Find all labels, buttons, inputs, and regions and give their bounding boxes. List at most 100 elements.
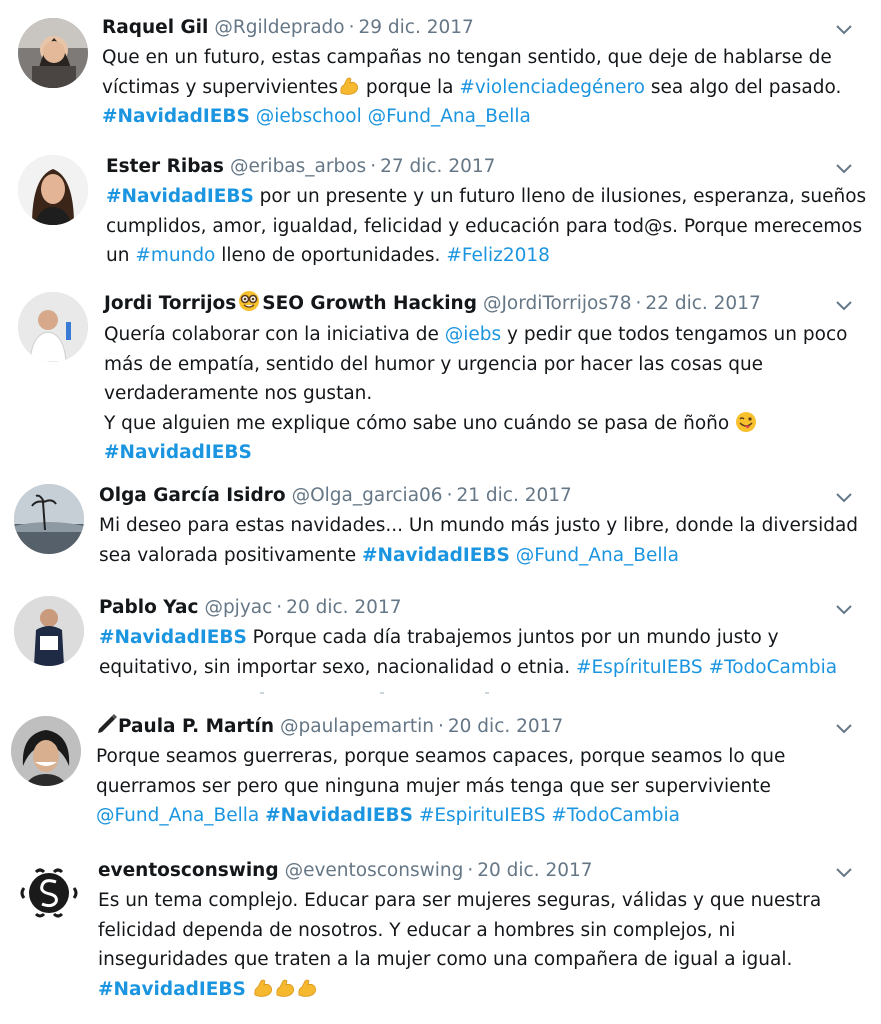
hashtag-link[interactable]: #NavidadIEBS: [98, 979, 246, 1000]
author-handle[interactable]: @pjyac: [204, 597, 272, 618]
author-name[interactable]: Paula P. Martín: [118, 716, 274, 737]
avatar[interactable]: [14, 484, 84, 554]
separator-dot: ·: [348, 17, 355, 38]
tweet-header: Raquel Gil @Rgildeprado · 29 dic. 2017: [102, 13, 474, 43]
mention-link[interactable]: @Fund_Ana_Bella: [96, 805, 259, 826]
tweet-date[interactable]: 20 dic. 2017: [448, 716, 563, 737]
author-name[interactable]: Pablo Yac: [99, 597, 198, 618]
flexed-biceps-emoji: [338, 75, 360, 97]
hashtag-link[interactable]: #EspírituIEBS: [576, 657, 703, 678]
chevron-down-icon[interactable]: [833, 486, 855, 508]
tweet-text: Porque seamos guerreras, porque seamos c…: [96, 742, 785, 831]
tweet-text-line: felicidad dependa de nosotros. Y educar …: [98, 916, 821, 946]
tweet-text-line: Porque seamos guerreras, porque seamos c…: [96, 742, 785, 772]
author-name[interactable]: Olga García Isidro: [99, 485, 286, 506]
tweet-text-segment: sea valorada positivamente: [99, 544, 363, 566]
tweet-text: Que en un futuro, estas campañas no teng…: [102, 43, 841, 132]
tweet-text-line: Mi deseo para estas navidades... Un mund…: [99, 511, 858, 541]
hashtag-link[interactable]: #TodoCambia: [709, 657, 838, 678]
author-handle[interactable]: @paulapemartin: [280, 716, 434, 737]
author-name[interactable]: Ester Ribas: [106, 156, 224, 177]
tweet-text-line: inseguridades que traten a la mujer como…: [98, 945, 821, 975]
tweet-text: #NavidadIEBS por un presente y un futuro…: [106, 182, 866, 271]
tweet-date[interactable]: 20 dic. 2017: [477, 860, 592, 881]
author-handle[interactable]: @JordiTorrijos78: [483, 293, 632, 314]
tweet-text-line: equitativo, sin importar sexo, nacionali…: [99, 653, 837, 683]
author-handle[interactable]: @Olga_garcia06: [292, 485, 443, 506]
tweet-text-line: Que en un futuro, estas campañas no teng…: [102, 43, 841, 73]
tweet-text-line: un #mundo lleno de oportunidades. #Feliz…: [106, 241, 866, 271]
author-handle[interactable]: @Rgildeprado: [214, 17, 344, 38]
tweet-date[interactable]: 27 dic. 2017: [380, 156, 495, 177]
separator-dot: ·: [438, 716, 444, 737]
tweet-text-line: Quería colaborar con la iniciativa de @i…: [104, 320, 847, 350]
hashtag-link[interactable]: #NavidadIEBS: [99, 627, 247, 648]
flexed-biceps-emoji: [252, 977, 274, 999]
tweet-text-line: víctimas y supervivientes porque la #vio…: [102, 73, 841, 103]
tweet-text-segment: Que en un futuro, estas campañas no teng…: [102, 47, 832, 68]
tweet-text-segment: inseguridades que traten a la mujer como…: [98, 949, 793, 970]
chevron-down-icon[interactable]: [833, 717, 855, 739]
tweet-text-line: verdaderamente nos gustan.: [104, 379, 847, 409]
tweet-text: Es un tema complejo. Educar para ser muj…: [98, 886, 821, 1004]
tweet-date[interactable]: 29 dic. 2017: [358, 17, 473, 38]
avatar[interactable]: [18, 292, 88, 362]
mention-link[interactable]: @iebs: [445, 324, 501, 345]
tweet-text-line: @Fund_Ana_Bella #NavidadIEBS #EspirituIE…: [96, 801, 785, 831]
tweet-text: Mi deseo para estas navidades... Un mund…: [99, 511, 858, 570]
tweet-text-segment: víctimas y supervivientes: [102, 76, 339, 98]
chevron-down-icon[interactable]: [833, 861, 855, 883]
chevron-down-icon[interactable]: [833, 157, 855, 179]
tweet-text: Quería colaborar con la iniciativa de @i…: [104, 320, 847, 468]
tweet-text-segment: porque la: [360, 76, 460, 98]
hashtag-link[interactable]: #NavidadIEBS: [362, 545, 510, 566]
mention-link[interactable]: @Fund_Ana_Bella: [516, 545, 679, 566]
hashtag-link[interactable]: #EspirituIEBS: [419, 805, 546, 826]
tweet-date[interactable]: 20 dic. 2017: [286, 597, 401, 618]
tweet-text-segment: cumplidos, amor, igualdad, felicidad y e…: [106, 215, 863, 237]
chevron-down-icon[interactable]: [833, 294, 855, 316]
tweet-text-segment: verdaderamente nos gustan.: [104, 383, 373, 404]
hashtag-link[interactable]: #violenciadegénero: [459, 77, 645, 98]
chevron-down-icon[interactable]: [833, 598, 855, 620]
author-handle[interactable]: @eventosconswing: [285, 860, 464, 881]
thread-gap-divider: [260, 692, 489, 694]
tweet-text-segment: Mi deseo para estas navidades... Un mund…: [99, 515, 859, 536]
tweet-text-segment: sea algo del pasado.: [645, 76, 842, 98]
tweet-date[interactable]: 22 dic. 2017: [645, 293, 760, 314]
mention-link[interactable]: @Fund_Ana_Bella: [368, 106, 531, 127]
tweet-header: Olga García Isidro @Olga_garcia06 · 21 dic.…: [99, 481, 572, 511]
author-name[interactable]: Jordi Torrijos: [104, 293, 236, 314]
avatar[interactable]: [18, 18, 88, 88]
hashtag-link[interactable]: #mundo: [135, 245, 215, 266]
tweet-text-segment: Porque seamos guerreras, porque seamos c…: [96, 746, 786, 767]
author-name[interactable]: Raquel Gil: [102, 17, 208, 38]
mention-link[interactable]: @iebschool: [256, 106, 362, 127]
avatar[interactable]: [14, 858, 84, 928]
hashtag-link[interactable]: #TodoCambia: [551, 805, 680, 826]
nerd-face-emoji: [238, 290, 260, 322]
tweet-date[interactable]: 21 dic. 2017: [456, 485, 571, 506]
avatar[interactable]: [18, 155, 88, 225]
hashtag-link[interactable]: #Feliz2018: [446, 245, 550, 266]
hashtag-link[interactable]: #NavidadIEBS: [104, 442, 252, 463]
tweet-text-segment: Quería colaborar con la iniciativa de: [104, 324, 445, 345]
chevron-down-icon[interactable]: [833, 18, 855, 40]
avatar[interactable]: [11, 716, 81, 786]
tweet-text-line: #NavidadIEBS por un presente y un futuro…: [106, 182, 866, 212]
avatar[interactable]: [14, 596, 84, 666]
tweet-text-line: #NavidadIEBS: [98, 975, 821, 1005]
tweet-header: Jordi Torrijos SEO Growth Hacking @JordiTo…: [104, 289, 761, 319]
author-handle[interactable]: @eribas_arbos: [230, 156, 366, 177]
tweet-text-segment: equitativo, sin importar sexo, nacionali…: [99, 656, 576, 678]
tweet-text-segment: un: [106, 245, 136, 266]
hashtag-link[interactable]: #NavidadIEBS: [265, 805, 413, 826]
hashtag-link[interactable]: #NavidadIEBS: [106, 186, 254, 207]
author-name[interactable]: eventosconswing: [98, 860, 279, 881]
author-name-suffix[interactable]: SEO Growth Hacking: [262, 293, 477, 314]
flexed-biceps-emoji: [274, 977, 296, 999]
hashtag-link[interactable]: #NavidadIEBS: [102, 106, 250, 127]
tweet-text-line: #NavidadIEBS @iebschool @Fund_Ana_Bella: [102, 102, 841, 132]
tweet-text-line: sea valorada positivamente #NavidadIEBS …: [99, 541, 858, 571]
tweet-text-line: cumplidos, amor, igualdad, felicidad y e…: [106, 212, 866, 242]
